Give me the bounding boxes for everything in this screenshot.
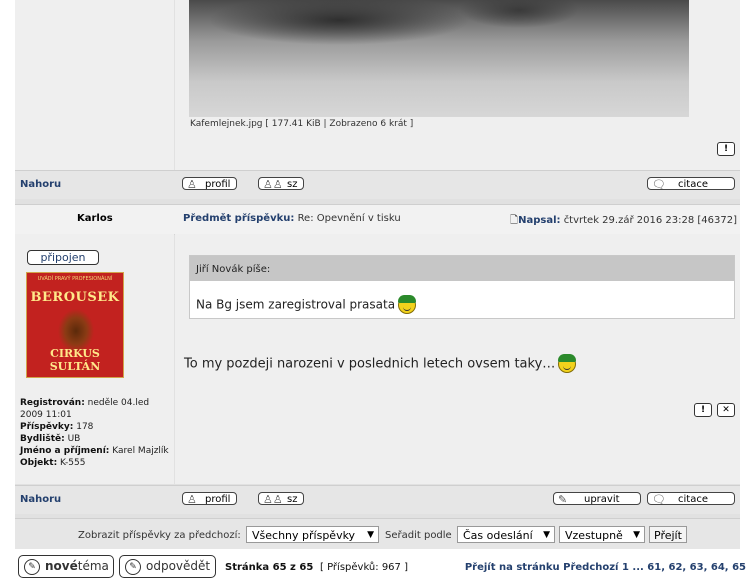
quote-button[interactable]: 🗨 citace [647, 492, 735, 506]
show-posts-select[interactable]: Všechny příspěvky ▼ [246, 526, 379, 543]
residence-label: Bydliště: [20, 434, 65, 444]
posted-date: čtvrtek 29.zář 2016 23:28 [46372] [563, 215, 737, 226]
avatar-top-text: UVÁDÍ PRAVÝ PROFESIONÁLNÍ [37, 276, 113, 282]
user-icon: ♙ [187, 493, 197, 506]
back-to-top-link[interactable]: Nahoru [20, 179, 61, 190]
delete-icon[interactable]: ✕ [717, 403, 735, 417]
back-to-top-link[interactable]: Nahoru [20, 494, 61, 505]
subject-text: Re: Opevnění v tisku [297, 213, 401, 224]
smiley-icon [558, 354, 577, 373]
report-icon[interactable]: ! [694, 403, 712, 417]
author-profile: Registrován: neděle 04.led 2009 11:01 Př… [20, 397, 170, 469]
private-message-button[interactable]: ♙♙ sz [258, 492, 305, 506]
realname-label: Jméno a příjmení: [20, 446, 110, 456]
sort-by-select[interactable]: Čas odeslání ▼ [457, 526, 555, 543]
post-actions-bar: Nahoru ♙ profil ♙♙ sz 🗨 citace [15, 170, 740, 199]
object-label: Objekt: [20, 458, 58, 468]
smiley-icon [398, 295, 417, 314]
speech-bubble-icon: 🗨 [652, 493, 666, 506]
reply-label: odpovědět [146, 559, 211, 573]
sort-filter-bar: Zobrazit příspěvky za předchozí: Všechny… [15, 518, 740, 549]
private-message-label: sz [287, 179, 298, 190]
sort-by-value: Čas odeslání [463, 529, 533, 542]
posts-label: Příspěvky: [20, 422, 74, 432]
edit-button-label: upravit [584, 494, 620, 505]
post-message: To my pozdeji narozeni v poslednich lete… [184, 354, 577, 373]
edit-button[interactable]: ✎ upravit [553, 492, 641, 506]
avatar: UVÁDÍ PRAVÝ PROFESIONÁLNÍ BEROUSEK CIRKU… [26, 272, 124, 378]
quote-block: Jiří Novák píše: Na Bg jsem zaregistrova… [189, 255, 735, 319]
quote-text-content: Na Bg jsem zaregistroval prasata [196, 297, 396, 312]
profile-button-label: profil [205, 494, 231, 505]
registered-label: Registrován: [20, 398, 85, 408]
quote-author: Jiří Novák píše: [196, 264, 271, 275]
speech-bubble-icon: 🗨 [652, 178, 666, 191]
sort-order-select[interactable]: Vzestupně ▼ [559, 526, 645, 543]
profile-button[interactable]: ♙ profil [182, 492, 238, 506]
sort-by-label: Seřadit podle [385, 530, 452, 541]
avatar-name: BEROUSEK [30, 290, 120, 305]
post-header: Karlos Předmět příspěvku: Re: Opevnění v… [15, 204, 740, 235]
attachment-image[interactable] [189, 0, 689, 117]
sort-order-value: Vzestupně [565, 529, 623, 542]
chevron-down-icon: ▼ [633, 530, 640, 540]
users-icon: ♙♙ [263, 493, 283, 506]
private-message-button[interactable]: ♙♙ sz [258, 177, 305, 191]
private-message-label: sz [287, 494, 298, 505]
posts-value: 178 [76, 422, 94, 432]
profile-button[interactable]: ♙ profil [182, 177, 238, 191]
new-topic-bold: nové [45, 559, 78, 573]
new-topic-rest: téma [77, 559, 109, 573]
edit-icon: ✎ [558, 493, 568, 506]
quote-button-label: citace [678, 494, 708, 505]
subject-label: Předmět příspěvku: [183, 213, 295, 224]
show-posts-label: Zobrazit příspěvky za předchozí: [78, 530, 241, 541]
post-subject: Předmět příspěvku: Re: Opevnění v tisku [183, 213, 401, 224]
new-topic-button[interactable]: ✎ novétéma [18, 555, 114, 578]
quote-button[interactable]: 🗨 citace [647, 177, 735, 191]
quote-button-label: citace [678, 179, 708, 190]
report-icon[interactable]: ! [717, 142, 735, 156]
residence-value: UB [67, 434, 81, 444]
show-posts-value: Všechny příspěvky [252, 529, 356, 542]
users-icon: ♙♙ [263, 178, 283, 191]
object-value: K-555 [60, 458, 86, 468]
attachment-caption: Kafemlejnek.jpg [ 177.41 KiB | Zobrazeno… [190, 119, 414, 129]
document-icon: ✎ [24, 559, 40, 575]
go-button[interactable]: Přejít [649, 526, 687, 543]
pagination[interactable]: Přejít na stránku Předchozí 1 ... 61, 62… [465, 562, 746, 573]
post-author[interactable]: Karlos [77, 213, 113, 224]
post-date: 🗋Napsal: čtvrtek 29.zář 2016 23:28 [4637… [510, 213, 737, 230]
profile-button-label: profil [205, 179, 231, 190]
post-actions-bar: Nahoru ♙ profil ♙♙ sz ✎ upravit 🗨 citace [15, 485, 740, 514]
document-icon: ✎ [125, 559, 141, 575]
quote-text: Na Bg jsem zaregistroval prasata [196, 295, 417, 314]
reply-button[interactable]: ✎ odpovědět [119, 555, 216, 578]
post-message-text: To my pozdeji narozeni v poslednich lete… [184, 356, 556, 372]
prev-post-author-column [15, 0, 174, 170]
posted-label: Napsal: [518, 215, 561, 226]
user-icon: ♙ [187, 178, 197, 191]
post-link-icon[interactable]: 🗋 [510, 215, 518, 226]
chevron-down-icon: ▼ [543, 530, 550, 540]
online-badge: připojen [27, 250, 99, 265]
avatar-bottom-text: CIRKUS SULTÁN [49, 347, 101, 373]
realname-value: Karel Majzlík [112, 446, 169, 456]
quote-header: Jiří Novák píše: [190, 256, 734, 281]
chevron-down-icon: ▼ [367, 530, 374, 540]
posts-count: [ Příspěvků: 967 ] [320, 562, 408, 573]
page-info: Stránka 65 z 65 [225, 562, 314, 573]
